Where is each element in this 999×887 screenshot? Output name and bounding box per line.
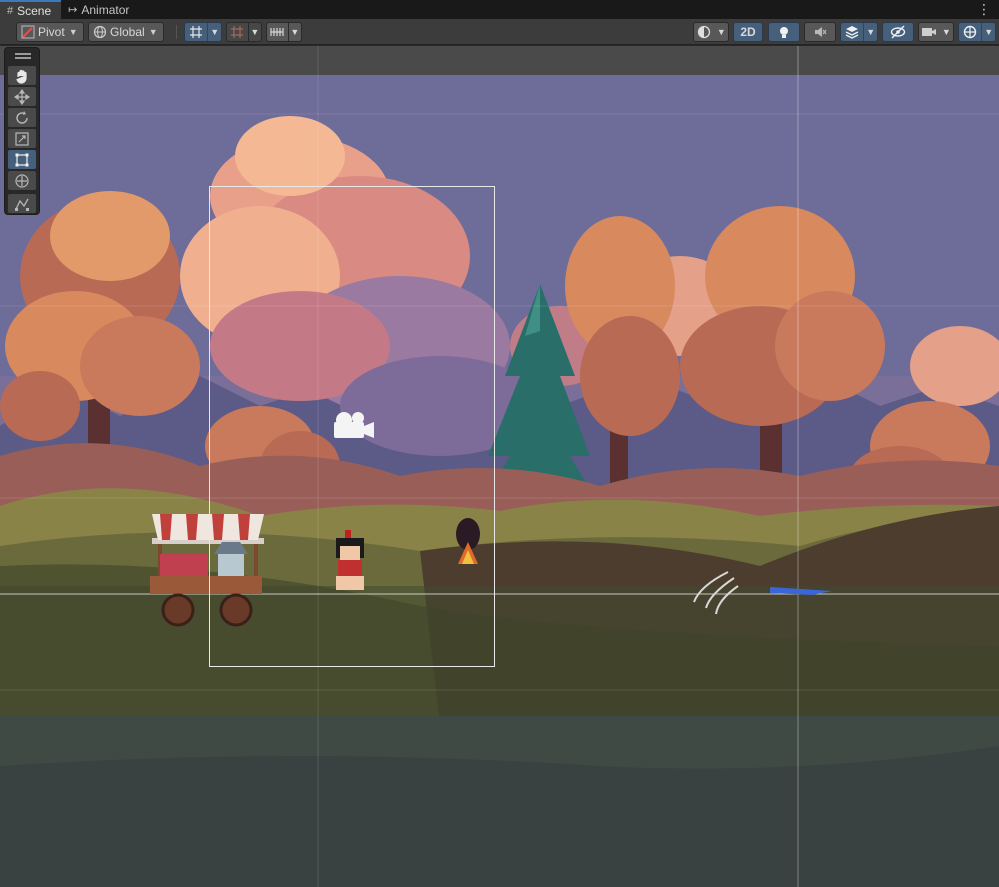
grid-snapping-toggle[interactable]: ▼ [184,22,222,42]
hand-icon [16,69,27,84]
more-options-icon[interactable]: ⋮ [977,1,991,18]
chevron-down-icon: ▼ [247,23,261,41]
audio-toggle[interactable] [804,22,836,42]
lightbulb-icon [780,27,788,38]
tab-scene-label: Scene [17,3,52,18]
tab-animator-label: Animator [81,2,130,17]
pivot-label: Pivot [38,25,65,39]
hand-tool-button[interactable] [8,66,36,85]
rect-tool-button[interactable] [8,150,36,169]
transform-icon [15,173,29,188]
2d-mode-toggle[interactable]: 2D [733,22,763,42]
grid-snap-icon [185,23,207,41]
globe-icon [93,25,107,39]
scene-canvas[interactable] [0,46,999,887]
grid-visibility-dropdown[interactable]: ▼ [266,22,302,42]
rect-transform-icon [15,153,29,166]
custom-editor-tool-button[interactable] [8,194,36,213]
player-character-sprite[interactable] [336,530,364,590]
lighting-toggle[interactable] [768,22,800,42]
chevron-down-icon: ▼ [148,27,158,37]
transform-tool-button[interactable] [8,171,36,190]
move-arrows-icon [14,88,30,105]
chevron-down-icon: ▼ [981,23,995,41]
chevron-down-icon: ▼ [207,23,221,41]
snap-increment-icon [227,23,248,41]
hidden-objects-toggle[interactable] [882,22,914,42]
effects-dropdown[interactable]: ▼ [840,22,878,42]
gizmos-dropdown[interactable]: ▼ [958,22,996,42]
camera-icon [919,23,940,41]
camera-settings-dropdown[interactable]: ▼ [918,22,954,42]
editor-tool-icon [15,198,29,211]
chevron-down-icon: ▼ [68,27,78,37]
global-label: Global [110,25,145,39]
tab-bar: # Scene ↦ Animator ⋮ [0,0,999,19]
pivot-dropdown[interactable]: Pivot ▼ [16,22,84,42]
chevron-down-icon: ▼ [863,23,877,41]
tab-animator[interactable]: ↦ Animator [61,0,139,19]
chevron-down-icon: ▼ [287,23,301,41]
tab-scene[interactable]: # Scene [0,0,62,19]
2d-label: 2D [740,25,756,39]
scale-icon [15,131,29,146]
pivot-icon [21,25,35,39]
scene-toolbar: Pivot ▼ Global ▼ ▼ ▼ ▼ ▼ 2D ▼ ▼ ▼ [0,19,999,45]
animator-icon: ↦ [68,4,78,16]
shading-mode-icon [694,23,715,41]
tool-palette [4,47,40,215]
rotate-tool-button[interactable] [8,108,36,127]
layers-icon [841,23,863,41]
gizmo-globe-icon [959,23,981,41]
eye-slash-icon [890,25,906,39]
chevron-down-icon: ▼ [716,27,726,37]
scale-tool-button[interactable] [8,129,36,148]
rotate-icon [16,110,28,124]
toolbar-divider [176,25,177,39]
increment-snapping-toggle[interactable]: ▼ [226,22,262,42]
move-tool-button[interactable] [8,87,36,106]
global-dropdown[interactable]: Global ▼ [88,22,164,42]
palette-grip-icon[interactable] [15,53,31,59]
draw-mode-dropdown[interactable]: ▼ [693,22,729,42]
grid-icon: # [7,4,14,17]
chevron-down-icon: ▼ [941,27,951,37]
speaker-mute-icon [815,27,827,37]
ruler-icon [267,23,288,41]
scene-viewport[interactable] [0,46,999,887]
